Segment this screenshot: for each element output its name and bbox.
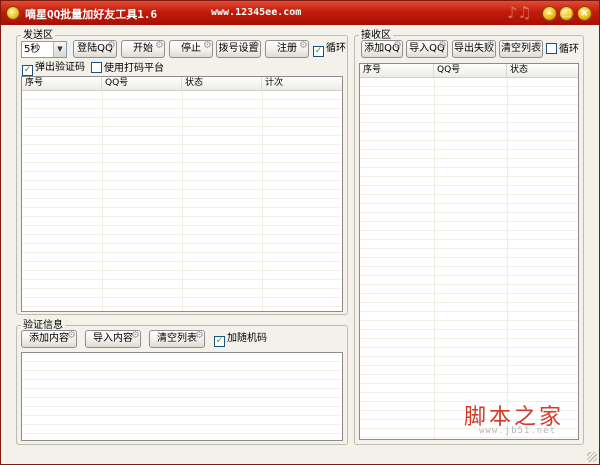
empty-checkbox-icon [546,43,557,54]
send-list[interactable]: 序号 QQ号 状态 计次 [21,76,343,312]
receive-list[interactable]: 序号 QQ号 状态 [359,63,579,440]
register-label: 注册 [277,43,297,54]
send-group-label: 发送区 [21,30,55,41]
column-divider [182,91,183,311]
register-button[interactable]: 注册 ⚙ [265,40,309,58]
popup-captcha-checkbox[interactable]: ✓ 弹出验证码 [22,62,85,76]
col-index[interactable]: 序号 [360,64,434,78]
gear-icon: ⚙ [107,40,116,51]
col-qq[interactable]: QQ号 [102,77,182,91]
check-mark-icon: ✓ [22,65,33,76]
add-content-label: 添加内容 [29,333,69,344]
interval-value: 5秒 [24,44,41,55]
login-qq-button[interactable]: 登陆QQ ⚙ [73,40,117,58]
gear-icon: ⚙ [299,40,308,51]
verify-list-body[interactable] [22,353,342,440]
column-divider [102,91,103,311]
clear-verify-list-label: 清空列表 [157,333,197,344]
column-divider [262,91,263,311]
use-platform-label: 使用打码平台 [104,63,164,74]
random-code-label: 加随机码 [227,333,267,344]
import-qq-button[interactable]: 导入QQ ⚙ [406,40,448,58]
send-loop-label: 循环 [326,43,346,54]
maximize-button[interactable]: □ [559,6,574,21]
stop-button[interactable]: 停止 ⚙ [169,40,213,58]
stop-label: 停止 [181,43,201,54]
start-button[interactable]: 开始 ⚙ [121,40,165,58]
import-content-button[interactable]: 导入内容 ⚙ [85,330,141,348]
start-label: 开始 [133,43,153,54]
minimize-button[interactable]: – [542,6,557,21]
check-mark-icon: ✓ [313,46,324,57]
gear-icon: ⚙ [155,40,164,51]
gear-icon: ⚙ [533,40,542,51]
col-status[interactable]: 状态 [507,64,578,78]
export-fail-button[interactable]: 导出失败 ⚙ [452,40,496,58]
random-code-checkbox[interactable]: ✓ 加随机码 [214,333,267,347]
col-status[interactable]: 状态 [182,77,262,91]
popup-captcha-label: 弹出验证码 [35,62,85,73]
gear-icon: ⚙ [438,40,447,51]
title-bar[interactable]: 嘀星QQ批量加好友工具1.6 www.12345ee.com ♪♫ – □ × [1,1,599,25]
gear-icon: ⚙ [251,40,260,51]
use-platform-checkbox[interactable]: 使用打码平台 [91,62,164,75]
receive-loop-label: 循环 [559,44,579,55]
receive-list-body[interactable] [360,78,578,439]
add-qq-button[interactable]: 添加QQ ⚙ [361,40,403,58]
column-divider [507,78,508,439]
title-url: www.12345ee.com [211,7,302,18]
column-divider [434,78,435,439]
gear-icon: ⚙ [195,330,204,341]
add-content-button[interactable]: 添加内容 ⚙ [21,330,77,348]
receive-loop-checkbox[interactable]: 循环 [546,43,579,56]
window-title: 嘀星QQ批量加好友工具1.6 [25,8,158,21]
watermark-url: www.jb51.net [479,426,557,436]
empty-checkbox-icon [91,62,102,73]
col-qq[interactable]: QQ号 [434,64,507,78]
dial-settings-button[interactable]: 拨号设置 ⚙ [216,40,261,58]
main-window: 嘀星QQ批量加好友工具1.6 www.12345ee.com ♪♫ – □ × … [0,0,600,465]
verify-list[interactable] [21,352,343,441]
clear-receive-list-button[interactable]: 清空列表 ⚙ [499,40,543,58]
resize-grip-icon[interactable] [587,452,597,462]
close-button[interactable]: × [577,6,592,21]
import-content-label: 导入内容 [93,333,133,344]
clear-verify-list-button[interactable]: 清空列表 ⚙ [149,330,205,348]
interval-select[interactable]: 5秒 ▼ [21,41,67,58]
col-count[interactable]: 计次 [262,77,342,91]
send-list-header: 序号 QQ号 状态 计次 [22,77,342,91]
gear-icon: ⚙ [393,40,402,51]
music-note-icon: ♪♫ [507,3,532,22]
col-index[interactable]: 序号 [22,77,102,91]
send-loop-checkbox[interactable]: ✓ 循环 [313,43,346,57]
gear-icon: ⚙ [131,330,140,341]
gear-icon: ⚙ [486,40,495,51]
receive-list-header: 序号 QQ号 状态 [360,64,578,78]
chevron-down-icon: ▼ [53,42,66,57]
gear-icon: ⚙ [203,40,212,51]
app-icon [6,6,20,20]
gear-icon: ⚙ [67,330,76,341]
check-mark-icon: ✓ [214,336,225,347]
